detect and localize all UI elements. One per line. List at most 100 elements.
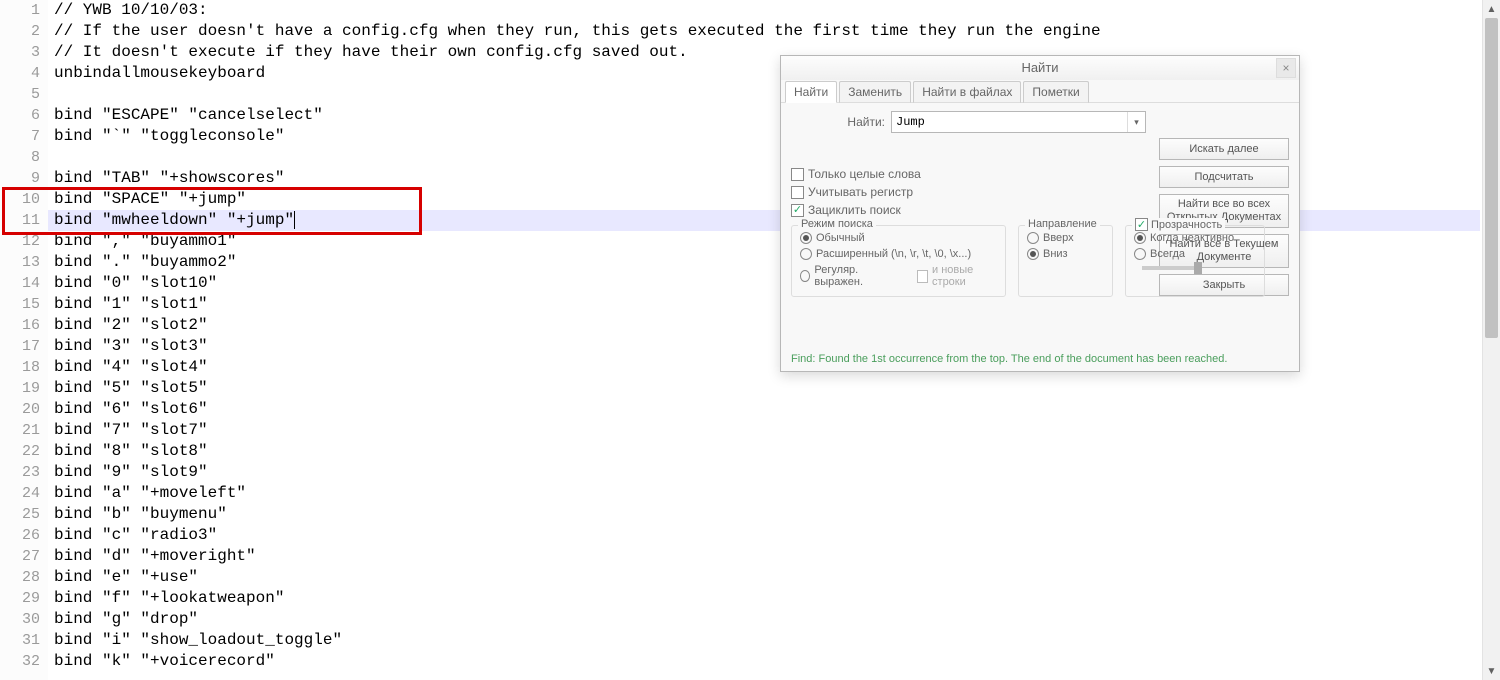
- code-line[interactable]: bind "7" "slot7": [48, 420, 1480, 441]
- line-number: 3: [0, 42, 48, 63]
- line-number: 16: [0, 315, 48, 336]
- find-dialog-tabs: Найти Заменить Найти в файлах Пометки: [781, 80, 1299, 103]
- line-number: 32: [0, 651, 48, 672]
- find-combobox[interactable]: ▾: [891, 111, 1146, 133]
- line-number: 20: [0, 399, 48, 420]
- line-number-gutter: 1234567891011121314151617181920212223242…: [0, 0, 48, 680]
- check-label: и новые строки: [932, 264, 997, 288]
- code-line[interactable]: bind "a" "+moveleft": [48, 483, 1480, 504]
- checkbox-checked-icon: [1135, 218, 1148, 231]
- tab-find-in-files[interactable]: Найти в файлах: [913, 81, 1021, 103]
- code-line[interactable]: bind "d" "+moveright": [48, 546, 1480, 567]
- line-number: 28: [0, 567, 48, 588]
- line-number: 30: [0, 609, 48, 630]
- tab-find[interactable]: Найти: [785, 81, 837, 103]
- radio-on-icon: [1027, 248, 1039, 260]
- combobox-dropdown-button[interactable]: ▾: [1127, 112, 1145, 132]
- slider-thumb[interactable]: [1194, 262, 1202, 274]
- line-number: 29: [0, 588, 48, 609]
- text-caret: [294, 211, 295, 229]
- radio-label: Всегда: [1150, 248, 1185, 260]
- line-number: 21: [0, 420, 48, 441]
- caret-down-icon: ▼: [1487, 666, 1497, 677]
- scrollbar-track[interactable]: [1483, 18, 1500, 662]
- find-next-button[interactable]: Искать далее: [1159, 138, 1289, 160]
- radio-extended[interactable]: Расширенный (\n, \r, \t, \0, \x...): [800, 248, 997, 260]
- vertical-scrollbar[interactable]: ▲ ▼: [1482, 0, 1500, 680]
- radio-down[interactable]: Вниз: [1027, 248, 1104, 260]
- find-status-text: Find: Found the 1st occurrence from the …: [781, 349, 1299, 371]
- radio-when-inactive[interactable]: Когда неактивно: [1134, 232, 1256, 244]
- line-number: 18: [0, 357, 48, 378]
- line-number: 25: [0, 504, 48, 525]
- code-line[interactable]: bind "e" "+use": [48, 567, 1480, 588]
- check-regex-newlines[interactable]: и новые строки: [917, 264, 997, 288]
- check-label: Учитывать регистр: [808, 185, 913, 199]
- group-title-cb[interactable]: Прозрачность: [1132, 218, 1225, 231]
- code-line[interactable]: bind "8" "slot8": [48, 441, 1480, 462]
- transparency-slider[interactable]: [1134, 266, 1256, 270]
- scrollbar-down-button[interactable]: ▼: [1483, 662, 1500, 680]
- find-dialog-titlebar[interactable]: Найти ×: [781, 56, 1299, 80]
- line-number: 5: [0, 84, 48, 105]
- code-line[interactable]: bind "c" "radio3": [48, 525, 1480, 546]
- radio-label: Обычный: [816, 232, 865, 244]
- radio-label: Когда неактивно: [1150, 232, 1234, 244]
- code-line[interactable]: // If the user doesn't have a config.cfg…: [48, 21, 1480, 42]
- line-number: 17: [0, 336, 48, 357]
- radio-normal[interactable]: Обычный: [800, 232, 997, 244]
- find-dialog-body: Найти: ▾ Только целые слова Учитывать ре…: [781, 103, 1299, 349]
- radio-on-icon: [800, 232, 812, 244]
- group-title-label: Прозрачность: [1151, 219, 1222, 231]
- find-dialog[interactable]: Найти × Найти Заменить Найти в файлах По…: [780, 55, 1300, 372]
- code-line[interactable]: // YWB 10/10/03:: [48, 0, 1480, 21]
- code-line[interactable]: bind "i" "show_loadout_toggle": [48, 630, 1480, 651]
- checkbox-checked-icon: [791, 204, 804, 217]
- code-line[interactable]: bind "g" "drop": [48, 609, 1480, 630]
- group-title: Режим поиска: [798, 218, 876, 230]
- group-search-mode: Режим поиска Обычный Расширенный (\n, \r…: [791, 225, 1006, 297]
- find-input[interactable]: [892, 112, 1127, 132]
- slider-track[interactable]: [1142, 266, 1202, 270]
- line-number: 4: [0, 63, 48, 84]
- code-line[interactable]: bind "5" "slot5": [48, 378, 1480, 399]
- group-direction: Направление Вверх Вниз: [1018, 225, 1113, 297]
- line-number: 24: [0, 483, 48, 504]
- count-button[interactable]: Подсчитать: [1159, 166, 1289, 188]
- line-number: 11: [0, 210, 48, 231]
- scrollbar-thumb[interactable]: [1485, 18, 1498, 338]
- radio-label: Вверх: [1043, 232, 1074, 244]
- line-number: 9: [0, 168, 48, 189]
- line-number: 13: [0, 252, 48, 273]
- checkbox-icon: [791, 168, 804, 181]
- line-number: 19: [0, 378, 48, 399]
- find-option-groups: Режим поиска Обычный Расширенный (\n, \r…: [791, 225, 1289, 297]
- code-line[interactable]: bind "b" "buymenu": [48, 504, 1480, 525]
- scrollbar-up-button[interactable]: ▲: [1483, 0, 1500, 18]
- radio-up[interactable]: Вверх: [1027, 232, 1104, 244]
- line-number: 6: [0, 105, 48, 126]
- code-line[interactable]: bind "6" "slot6": [48, 399, 1480, 420]
- tab-replace[interactable]: Заменить: [839, 81, 911, 103]
- find-dialog-title: Найти: [1021, 60, 1058, 75]
- line-number: 27: [0, 546, 48, 567]
- radio-label: Расширенный (\n, \r, \t, \0, \x...): [816, 248, 971, 260]
- group-transparency: Прозрачность Когда неактивно Всегда: [1125, 225, 1265, 297]
- code-line[interactable]: bind "9" "slot9": [48, 462, 1480, 483]
- tab-marks[interactable]: Пометки: [1023, 81, 1088, 103]
- code-line[interactable]: bind "k" "+voicerecord": [48, 651, 1480, 672]
- radio-always[interactable]: Всегда: [1134, 248, 1256, 260]
- chevron-down-icon: ▾: [1134, 117, 1139, 128]
- code-line[interactable]: bind "f" "+lookatweapon": [48, 588, 1480, 609]
- line-number: 26: [0, 525, 48, 546]
- radio-regex[interactable]: Регуляр. выражен. и новые строки: [800, 264, 997, 288]
- line-number: 14: [0, 273, 48, 294]
- radio-on-icon: [1134, 232, 1146, 244]
- app-root: 1234567891011121314151617181920212223242…: [0, 0, 1500, 680]
- line-number: 7: [0, 126, 48, 147]
- close-icon: ×: [1282, 56, 1289, 80]
- radio-label: Вниз: [1043, 248, 1068, 260]
- caret-up-icon: ▲: [1487, 4, 1497, 15]
- close-button[interactable]: ×: [1276, 58, 1296, 78]
- line-number: 15: [0, 294, 48, 315]
